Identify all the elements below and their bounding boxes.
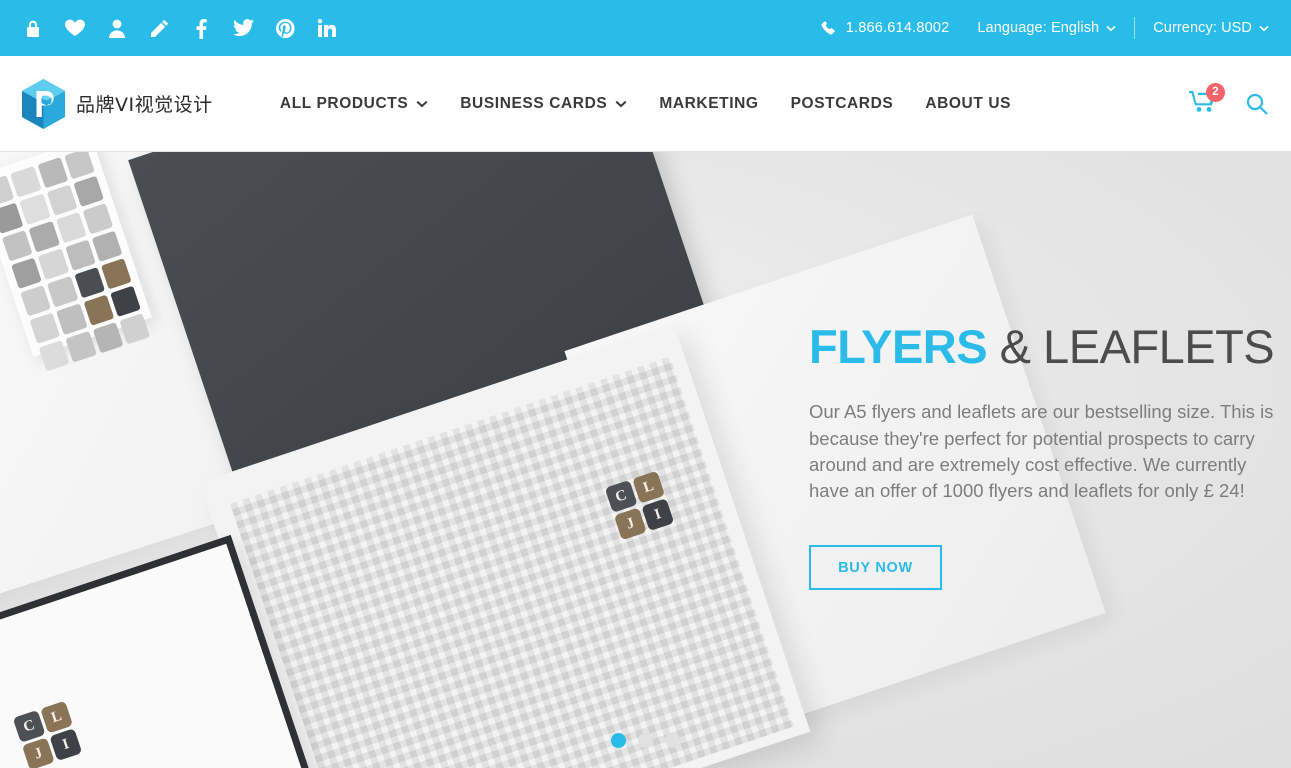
nav-label: POSTCARDS — [790, 94, 894, 112]
phone-icon — [821, 20, 836, 36]
header-actions: 2 — [1189, 82, 1269, 119]
pencil-icon[interactable] — [138, 8, 180, 48]
divider — [1134, 17, 1136, 39]
pinterest-icon[interactable] — [264, 8, 306, 48]
nav-label: BUSINESS CARDS — [460, 94, 608, 112]
hero-carousel: C L J I C L J I C L J I — [0, 152, 1291, 768]
carousel-pagination — [0, 733, 1291, 748]
chevron-down-icon — [1259, 20, 1269, 36]
top-bar: 1.866.614.8002 Language: English Currenc… — [0, 0, 1291, 56]
linkedin-icon[interactable] — [306, 8, 348, 48]
social-icon-list — [0, 8, 348, 48]
cart-count-badge: 2 — [1206, 82, 1225, 102]
currency-selector[interactable]: Currency: USD — [1153, 20, 1269, 36]
nav-label: ABOUT US — [925, 94, 1012, 112]
chevron-down-icon — [615, 97, 627, 111]
hero-title: FLYERS & LEAFLETS — [809, 322, 1279, 371]
nav-item-about-us[interactable]: ABOUT US — [909, 95, 1027, 113]
carousel-dot-2[interactable] — [638, 733, 653, 748]
search-button[interactable] — [1245, 92, 1269, 116]
hero-title-rest: & LEAFLETS — [987, 320, 1275, 373]
phone-number: 1.866.614.8002 — [845, 20, 950, 36]
hero-description: Our A5 flyers and leaflets are our bests… — [809, 401, 1274, 502]
cart-button[interactable]: 2 — [1189, 82, 1225, 119]
buy-now-button[interactable]: BUY NOW — [809, 545, 942, 591]
topbar-right-group: 1.866.614.8002 Language: English Currenc… — [821, 0, 1269, 56]
hero-content: FLYERS & LEAFLETS Our A5 flyers and leaf… — [809, 322, 1279, 591]
nav-label: MARKETING — [659, 94, 759, 112]
twitter-icon[interactable] — [222, 8, 264, 48]
facebook-icon[interactable] — [180, 8, 222, 48]
carousel-dot-1[interactable] — [611, 733, 626, 748]
logo-text: 品牌VI视觉设计 — [76, 94, 213, 116]
hero-title-highlight: FLYERS — [809, 320, 988, 373]
lock-icon[interactable] — [12, 8, 54, 48]
logo[interactable]: 品牌VI视觉设计 — [0, 78, 213, 130]
nav-item-all-products[interactable]: ALL PRODUCTS — [264, 95, 444, 113]
language-selector[interactable]: Language: English — [977, 20, 1134, 36]
carousel-dot-3[interactable] — [665, 733, 680, 748]
currency-label: Currency: USD — [1153, 20, 1252, 36]
heart-icon[interactable] — [54, 8, 96, 48]
nav-label: ALL PRODUCTS — [279, 94, 409, 112]
brand-cube-logo-icon — [20, 78, 67, 130]
language-label: Language: English — [977, 20, 1100, 36]
search-icon — [1246, 93, 1268, 115]
phone-block[interactable]: 1.866.614.8002 — [821, 20, 950, 36]
user-icon[interactable] — [96, 8, 138, 48]
chevron-down-icon — [416, 97, 428, 111]
nav-item-postcards[interactable]: POSTCARDS — [775, 95, 910, 113]
chevron-down-icon — [1106, 20, 1116, 36]
site-header: 品牌VI视觉设计 ALL PRODUCTS BUSINESS CARDS MAR… — [0, 56, 1291, 152]
nav-item-business-cards[interactable]: BUSINESS CARDS — [444, 95, 643, 113]
nav-item-marketing[interactable]: MARKETING — [643, 95, 774, 113]
